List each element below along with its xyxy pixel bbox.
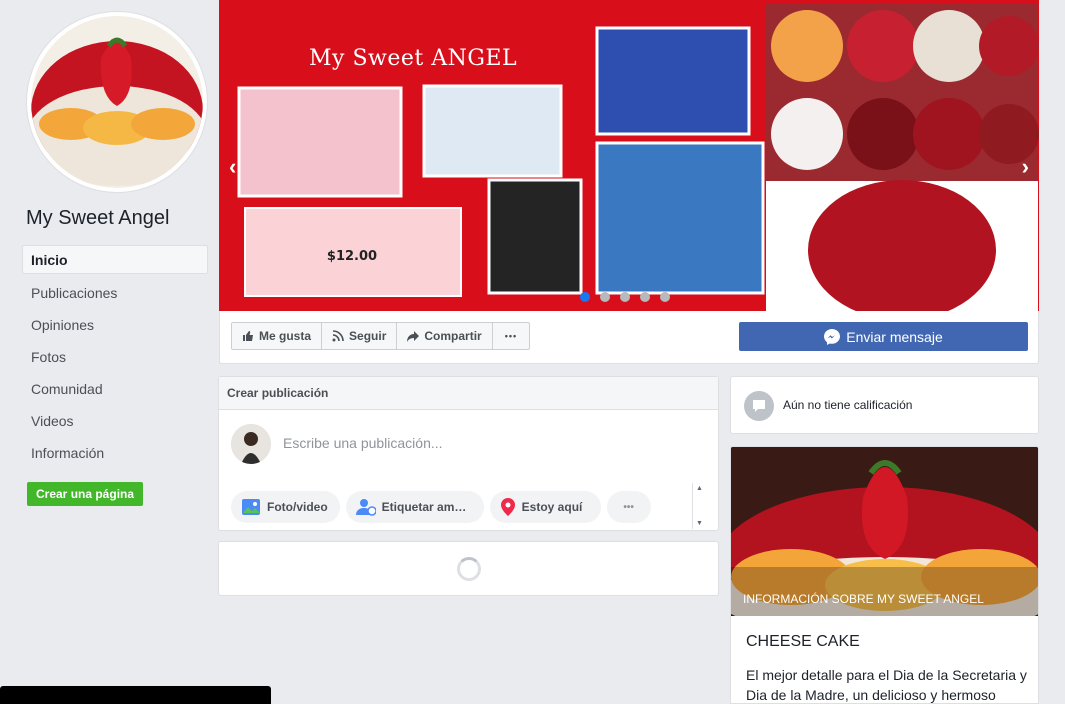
carousel-dots — [580, 292, 670, 302]
carousel-dot[interactable] — [620, 292, 630, 302]
composer-scrollbar[interactable]: ▲ ▼ — [692, 483, 706, 529]
nav-item-videos[interactable]: Videos — [22, 405, 208, 437]
thumbs-up-icon — [243, 331, 253, 341]
loading-spinner-icon — [457, 557, 481, 581]
tag-friends-icon — [355, 499, 376, 516]
profile-picture[interactable] — [31, 16, 203, 188]
send-message-label: Enviar mensaje — [846, 328, 943, 345]
carousel-dot[interactable] — [600, 292, 610, 302]
carousel-prev-icon[interactable]: ‹ — [229, 154, 236, 180]
nav-item-informacion[interactable]: Información — [22, 437, 208, 469]
about-description: El mejor detalle para el Dia de la Secre… — [746, 667, 1027, 703]
nav-item-inicio[interactable]: Inicio — [22, 245, 208, 274]
like-label: Me gusta — [259, 329, 312, 343]
about-image-label: INFORMACIÓN SOBRE MY SWEET ANGEL — [743, 592, 984, 606]
cover-title: My Sweet ANGEL — [309, 46, 518, 71]
rating-card: Aún no tiene calificación — [730, 376, 1039, 434]
page-action-bar: Me gusta Seguir Compartir ••• Enviar men… — [219, 311, 1039, 364]
nav-item-fotos[interactable]: Fotos — [22, 341, 208, 373]
share-label: Compartir — [424, 329, 482, 343]
composer-options: Foto/video Etiquetar am… Estoy aquí ••• — [231, 491, 651, 523]
more-options-button[interactable]: ••• — [493, 323, 529, 349]
about-title: CHEESE CAKE — [746, 633, 860, 650]
about-card: INFORMACIÓN SOBRE MY SWEET ANGEL CHEESE … — [730, 446, 1039, 704]
messenger-icon — [824, 328, 841, 345]
tag-friends-label: Etiquetar am… — [381, 500, 467, 514]
carousel-dot[interactable] — [660, 292, 670, 302]
posts-loading — [218, 541, 719, 596]
profile-picture-frame[interactable] — [26, 11, 208, 193]
location-pin-icon — [500, 498, 515, 516]
photo-video-label: Foto/video — [267, 500, 328, 514]
scroll-down-icon[interactable]: ▼ — [696, 520, 703, 527]
more-dots-icon: ••• — [504, 331, 518, 341]
nav-item-publicaciones[interactable]: Publicaciones — [22, 277, 208, 309]
user-avatar — [231, 424, 271, 464]
left-column: My Sweet Angel Inicio Publicaciones Opin… — [0, 0, 271, 704]
tag-friends-button[interactable]: Etiquetar am… — [345, 491, 484, 523]
like-button[interactable]: Me gusta — [232, 323, 323, 349]
svg-text:$12.00: $12.00 — [327, 249, 377, 264]
cover-photo-carousel[interactable]: $12.00 My Sweet ANGEL ‹ › — [219, 0, 1039, 311]
photo-icon — [242, 499, 260, 515]
post-input[interactable]: Escribe una publicación... — [283, 435, 443, 451]
share-arrow-icon — [407, 331, 420, 342]
more-dots-icon: ••• — [623, 501, 634, 513]
check-in-button[interactable]: Estoy aquí — [489, 491, 601, 523]
create-post-header: Crear publicación — [219, 377, 718, 410]
scroll-up-icon[interactable]: ▲ — [696, 485, 703, 492]
rss-follow-icon — [332, 330, 344, 342]
carousel-dot[interactable] — [580, 292, 590, 302]
page-actions: Me gusta Seguir Compartir ••• — [231, 322, 531, 350]
send-message-button[interactable]: Enviar mensaje — [739, 322, 1028, 351]
carousel-next-icon[interactable]: › — [1022, 154, 1029, 180]
about-image[interactable]: INFORMACIÓN SOBRE MY SWEET ANGEL — [731, 447, 1038, 616]
check-in-label: Estoy aquí — [521, 500, 583, 514]
create-post-box: Crear publicación Escribe una publicació… — [218, 376, 719, 531]
speech-bubble-icon — [744, 391, 774, 421]
create-page-button[interactable]: Crear una página — [27, 482, 144, 506]
share-button[interactable]: Compartir — [397, 323, 493, 349]
nav-item-opiniones[interactable]: Opiniones — [22, 309, 208, 341]
nav-item-comunidad[interactable]: Comunidad — [22, 373, 208, 405]
photo-video-button[interactable]: Foto/video — [231, 491, 340, 523]
follow-button[interactable]: Seguir — [322, 323, 398, 349]
composer-more-button[interactable]: ••• — [606, 491, 651, 523]
carousel-dot[interactable] — [640, 292, 650, 302]
page-nav: Inicio Publicaciones Opiniones Fotos Com… — [22, 245, 208, 469]
page-name[interactable]: My Sweet Angel — [26, 207, 169, 230]
follow-label: Seguir — [349, 329, 387, 343]
rating-text: Aún no tiene calificación — [783, 398, 913, 412]
chat-bar[interactable] — [0, 686, 271, 704]
